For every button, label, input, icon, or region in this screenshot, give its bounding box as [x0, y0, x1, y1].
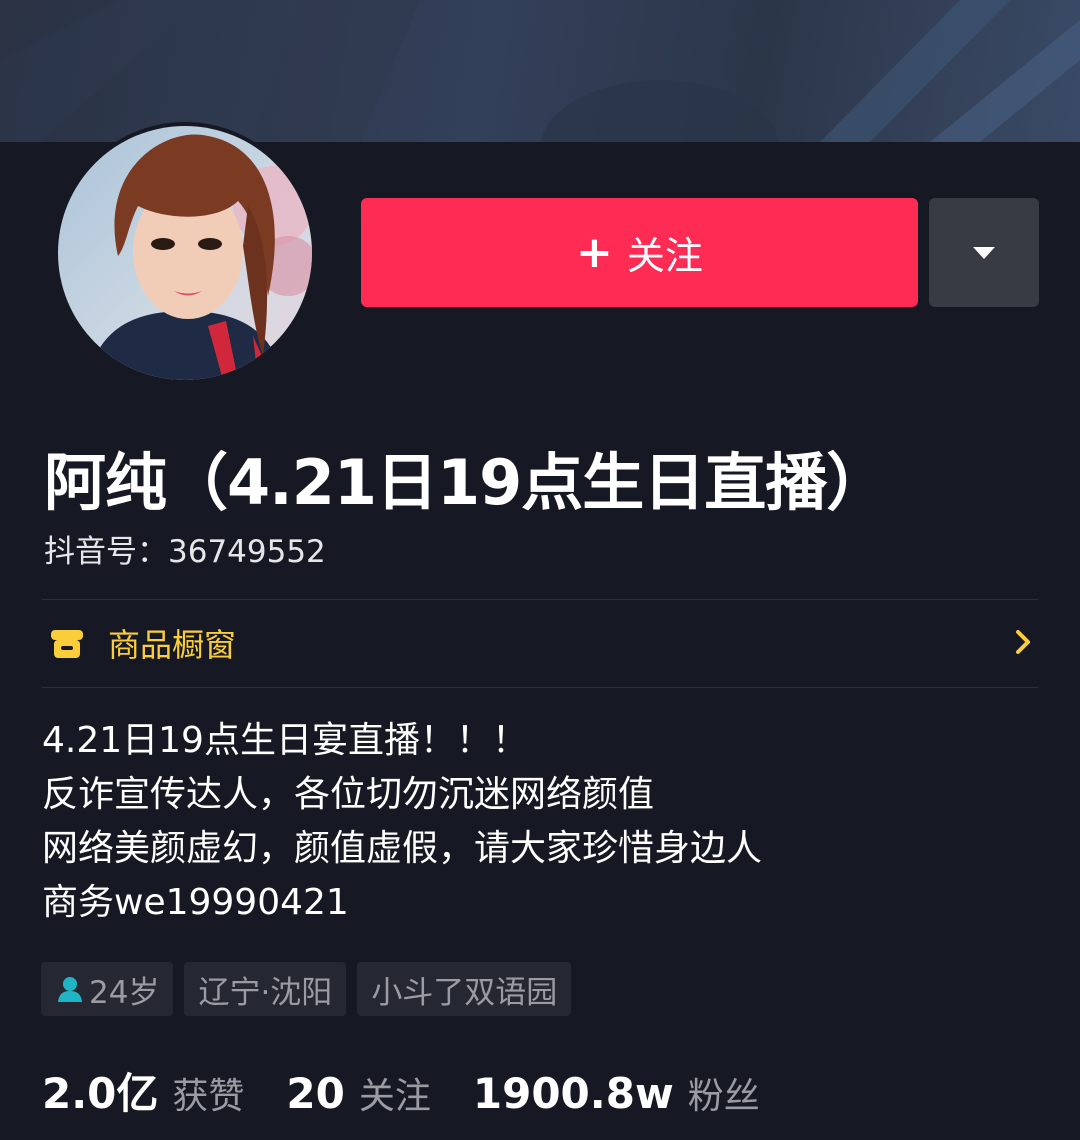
profile-bio: 4.21日19点生日宴直播！！！ 反诈宣传达人，各位切勿沉迷网络颜值 网络美颜虚… [42, 714, 762, 930]
profile-nickname: 阿纯（4.21日19点生日直播） [44, 446, 888, 519]
followers-label: 粉丝 [687, 1076, 760, 1117]
likes-count: 2.0亿 [42, 1069, 159, 1118]
avatar[interactable] [58, 126, 312, 380]
bio-line: 反诈宣传达人，各位切勿沉迷网络颜值 [42, 774, 655, 815]
bio-line: 4.21日19点生日宴直播！！！ [42, 720, 528, 761]
more-options-button[interactable] [929, 198, 1039, 307]
following-count: 20 [286, 1069, 345, 1118]
followers-stat[interactable]: 1900.8w 粉丝 [473, 1067, 760, 1119]
shop-window-label: 商品橱窗 [108, 626, 237, 664]
chevron-right-icon [1016, 630, 1030, 654]
bio-line: 网络美颜虚幻，颜值虚假，请大家珍惜身边人 [42, 828, 763, 869]
location-tag: 辽宁·沈阳 [184, 962, 347, 1016]
storefront-icon [51, 630, 83, 658]
likes-stat: 2.0亿 获赞 [42, 1060, 244, 1121]
following-stat[interactable]: 20 关注 [286, 1067, 430, 1119]
school-tag[interactable]: 小斗了双语园 [357, 962, 572, 1016]
bio-line: 商务we19990421 [42, 882, 349, 923]
follow-button[interactable]: + 关注 [361, 198, 918, 307]
profile-tags: 24岁 辽宁·沈阳 小斗了双语园 [41, 962, 572, 1016]
plus-icon: + [576, 227, 613, 278]
age-label: 24岁 [89, 974, 160, 1011]
age-tag: 24岁 [41, 962, 174, 1016]
likes-label: 获赞 [172, 1076, 245, 1117]
shop-window-entry[interactable]: 商品橱窗 [42, 600, 1038, 686]
profile-banner [0, 0, 1080, 142]
divider-bottom [42, 687, 1038, 688]
avatar-image [58, 126, 312, 380]
following-label: 关注 [358, 1076, 431, 1117]
caret-down-icon [973, 246, 995, 259]
followers-count: 1900.8w [472, 1069, 674, 1118]
person-icon [58, 977, 82, 1002]
profile-stats: 2.0亿 获赞 20 关注 1900.8w 粉丝 [42, 1060, 802, 1121]
follow-label: 关注 [626, 234, 703, 278]
douyin-id: 抖音号：36749552 [44, 534, 326, 570]
banner-pattern [0, 0, 1080, 142]
